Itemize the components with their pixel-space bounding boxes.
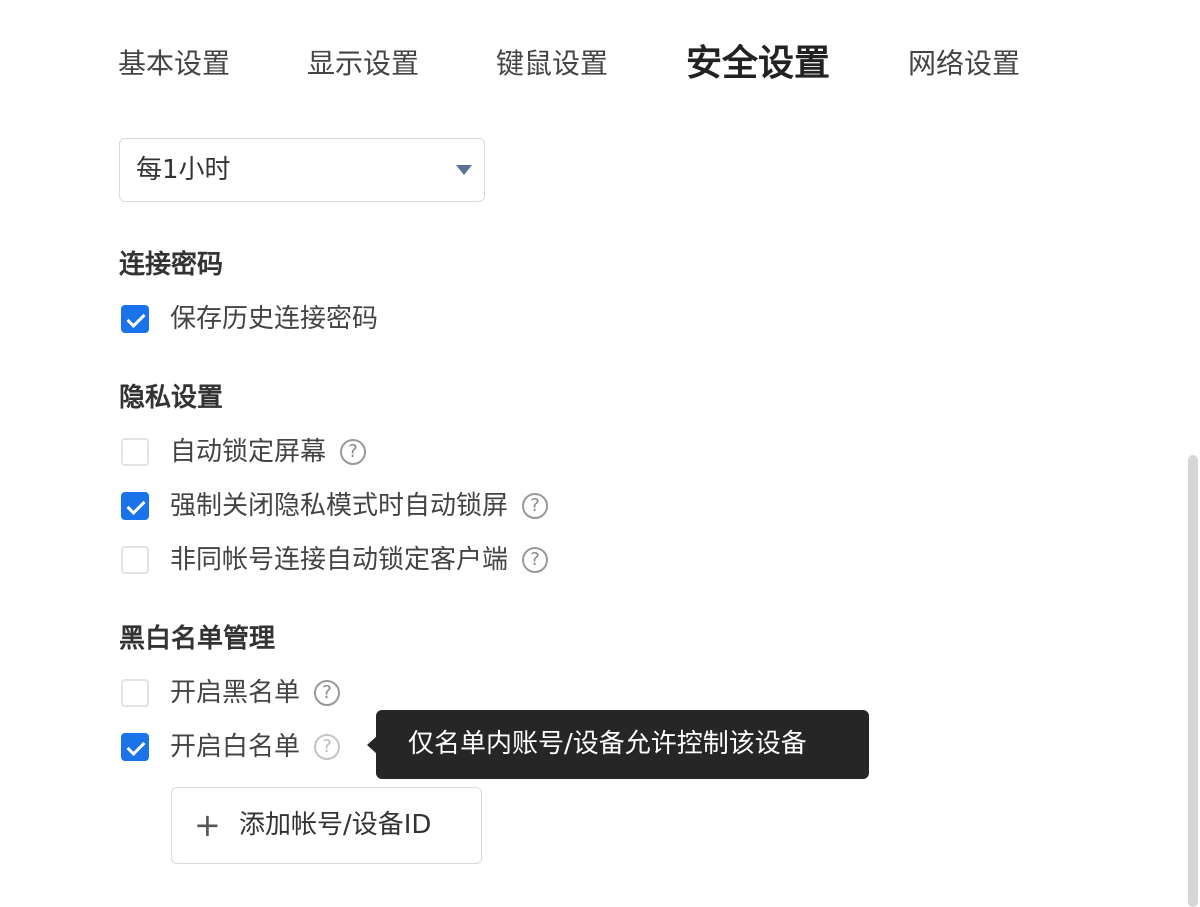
tooltip-arrow <box>367 736 377 754</box>
lock-on-privacy-off-checkbox[interactable] <box>121 492 149 520</box>
option-auto-lock-screen[interactable]: 自动锁定屏幕 ? <box>121 435 367 469</box>
option-lock-other-account[interactable]: 非同帐号连接自动锁定客户端 ? <box>121 543 549 577</box>
add-account-device-label: 添加帐号/设备ID <box>239 810 432 840</box>
lock-interval-value: 每1小时 <box>136 155 231 185</box>
tab-display-settings[interactable]: 显示设置 <box>307 44 419 84</box>
enable-blacklist-checkbox[interactable] <box>121 679 149 707</box>
lock-other-account-checkbox[interactable] <box>121 546 149 574</box>
save-history-password-checkbox[interactable] <box>121 305 149 333</box>
help-question-icon[interactable]: ? <box>314 734 341 760</box>
tooltip-text: 仅名单内账号/设备允许控制该设备 <box>408 729 807 759</box>
help-question-icon[interactable]: ? <box>522 493 549 519</box>
lock-interval-select[interactable]: 每1小时 <box>119 138 485 202</box>
option-label: 强制关闭隐私模式时自动锁屏 <box>170 491 509 521</box>
caret-down-icon <box>456 165 472 175</box>
plus-icon: + <box>194 806 221 844</box>
auto-lock-screen-checkbox[interactable] <box>121 438 149 466</box>
option-label: 自动锁定屏幕 <box>170 437 327 467</box>
option-label: 开启黑名单 <box>170 678 301 708</box>
enable-whitelist-checkbox[interactable] <box>121 733 149 761</box>
add-account-device-button[interactable]: + 添加帐号/设备ID <box>171 787 482 864</box>
option-label: 非同帐号连接自动锁定客户端 <box>170 545 509 575</box>
option-label: 开启白名单 <box>170 732 301 762</box>
section-title-privacy: 隐私设置 <box>119 383 224 413</box>
tab-security-settings[interactable]: 安全设置 <box>686 40 830 88</box>
section-title-list-management: 黑白名单管理 <box>119 624 276 654</box>
settings-tabs: 基本设置 显示设置 键鼠设置 安全设置 网络设置 <box>0 0 1200 120</box>
vertical-scrollbar[interactable] <box>1186 0 1200 907</box>
option-enable-blacklist[interactable]: 开启黑名单 ? <box>121 676 341 710</box>
option-enable-whitelist[interactable]: 开启白名单 ? <box>121 730 341 764</box>
tab-basic-settings[interactable]: 基本设置 <box>118 44 230 84</box>
help-question-icon[interactable]: ? <box>314 680 341 706</box>
option-label: 保存历史连接密码 <box>170 304 379 334</box>
section-title-connection-password: 连接密码 <box>119 250 224 280</box>
help-question-icon[interactable]: ? <box>340 439 367 465</box>
scrollbar-thumb[interactable] <box>1188 455 1198 907</box>
tab-network-settings[interactable]: 网络设置 <box>908 44 1020 84</box>
tab-keyboard-mouse-settings[interactable]: 键鼠设置 <box>496 44 608 84</box>
option-save-history-password[interactable]: 保存历史连接密码 <box>121 302 378 336</box>
help-question-icon[interactable]: ? <box>522 547 549 573</box>
whitelist-tooltip: 仅名单内账号/设备允许控制该设备 <box>367 710 869 779</box>
option-lock-on-privacy-off[interactable]: 强制关闭隐私模式时自动锁屏 ? <box>121 489 549 523</box>
